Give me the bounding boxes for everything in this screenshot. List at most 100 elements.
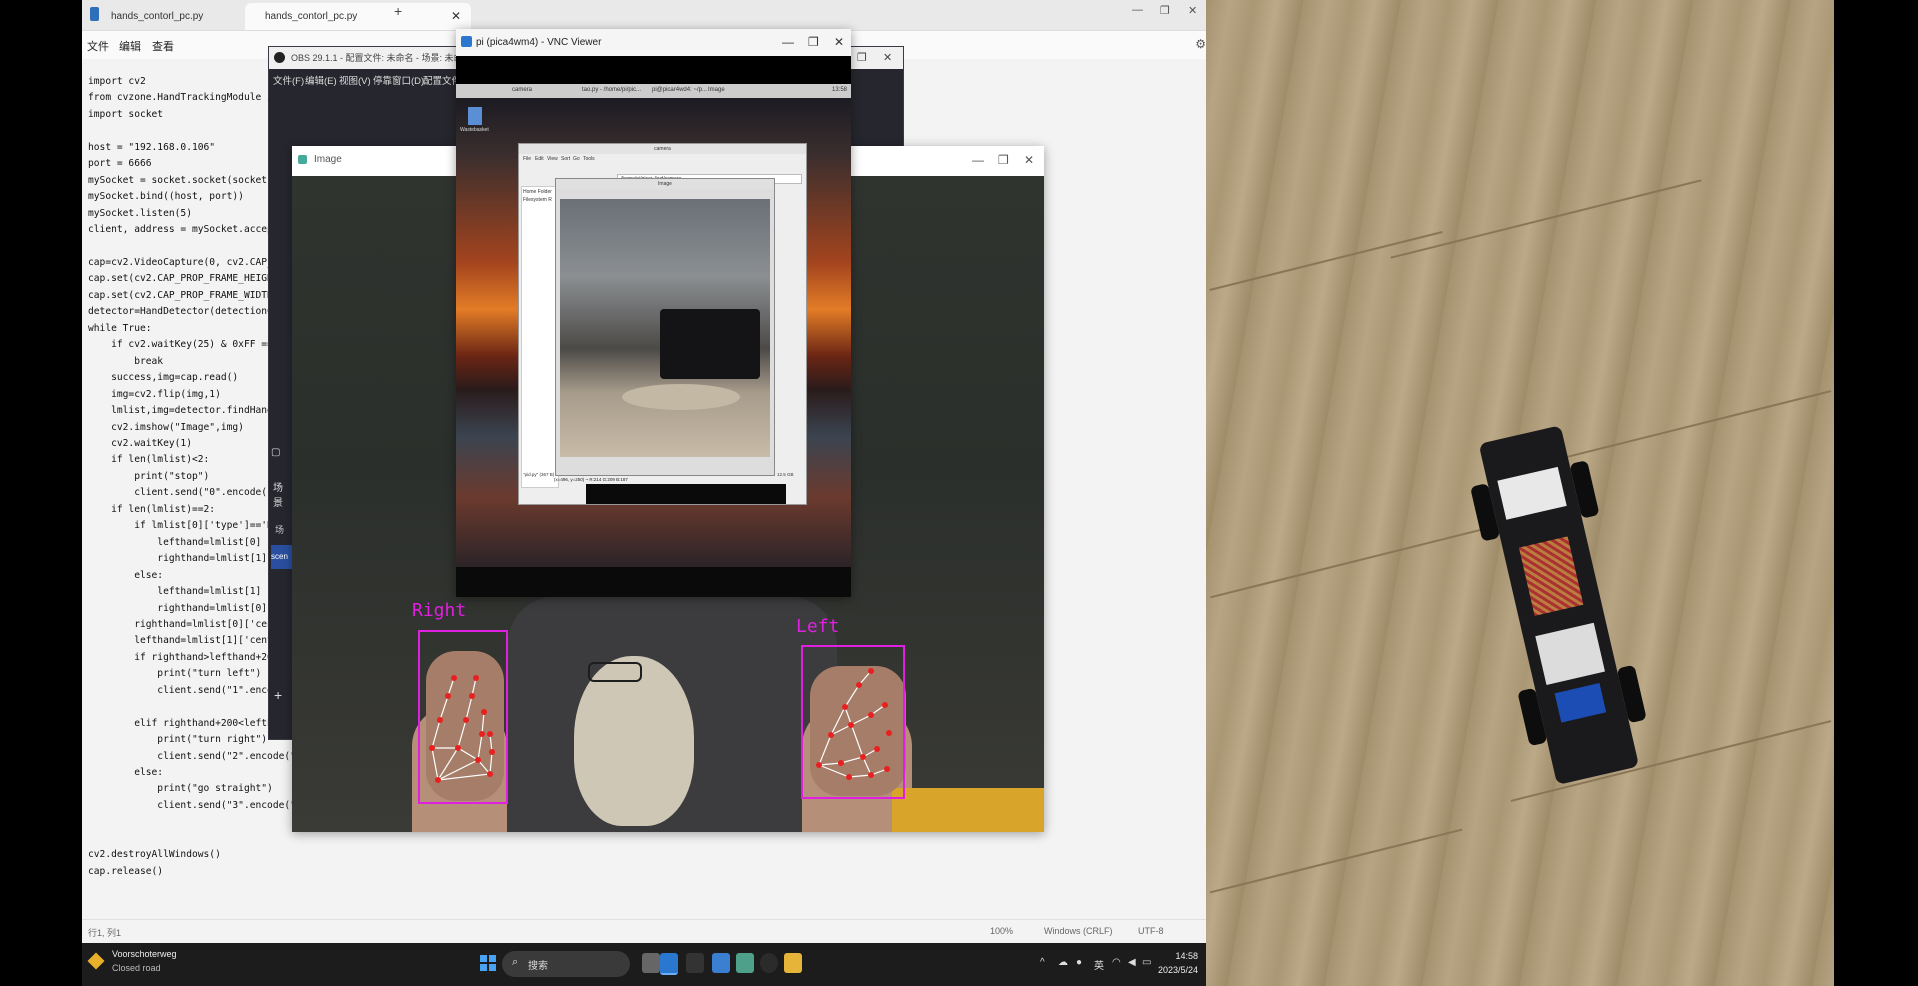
pi-task-editor[interactable]: tao.py - /home/pi/pic... xyxy=(582,87,641,93)
ime-indicator[interactable]: 英 xyxy=(1094,957,1104,972)
hand-label-left: Left xyxy=(796,616,840,637)
fm-status-left: "pid.py" (367 B) xyxy=(523,472,555,477)
vnc-taskbar-icon[interactable] xyxy=(660,953,678,975)
rug xyxy=(622,384,740,410)
fm-menu-item[interactable]: Tools xyxy=(583,156,595,162)
fm-status-right: 12.5 GB xyxy=(777,472,794,477)
close-icon[interactable]: ✕ xyxy=(834,29,844,56)
encoding: UTF-8 xyxy=(1138,926,1164,936)
maximize-icon[interactable]: ❐ xyxy=(1160,4,1170,17)
yellow-object xyxy=(892,788,1044,832)
search-icon: ⌕ xyxy=(512,956,519,968)
fm-menu-item[interactable]: Sort xyxy=(561,156,570,162)
windows-start-icon[interactable] xyxy=(480,955,496,971)
close-icon[interactable]: ✕ xyxy=(1024,146,1034,174)
trash-icon[interactable] xyxy=(468,107,482,125)
notepad-tabbar: hands_contorl_pc.py hands_contorl_pc.py … xyxy=(82,0,1206,31)
traffic-warning-icon xyxy=(87,952,105,970)
search-label: 搜索 xyxy=(528,961,548,972)
tree-home[interactable]: Home Folder xyxy=(522,187,558,197)
right-letterbox xyxy=(1834,0,1918,986)
tree-filesystem[interactable]: Filesystem R xyxy=(522,197,558,203)
image-viewer-title: Image xyxy=(556,179,774,189)
maximize-icon[interactable]: ❐ xyxy=(998,146,1009,174)
obs-menu-item[interactable]: 编辑(E) xyxy=(305,73,337,87)
add-scene-button[interactable]: + xyxy=(274,687,282,703)
cloud-icon[interactable]: ☁ xyxy=(1058,957,1068,968)
pi-task-terminal[interactable]: pi@picar4wd4: ~/p... xyxy=(652,87,707,93)
weather-line1: Voorschoterweg xyxy=(112,949,177,959)
microphone-icon[interactable]: ● xyxy=(1076,957,1082,968)
notepad-taskbar-icon[interactable] xyxy=(712,953,730,973)
glasses-print xyxy=(588,662,642,682)
floor-seam xyxy=(1209,828,1463,894)
minimize-icon[interactable]: — xyxy=(782,29,794,56)
vnc-bottom-bar xyxy=(456,567,851,597)
tray-chevron-icon[interactable]: ^ xyxy=(1040,957,1045,968)
folder-tree[interactable]: Home Folder Filesystem R xyxy=(521,186,559,488)
explorer-taskbar-icon[interactable] xyxy=(784,953,802,973)
volume-icon[interactable]: ◀ xyxy=(1128,957,1136,968)
floor-seam xyxy=(1209,230,1443,292)
tab-label: hands_contorl_pc.py xyxy=(265,11,358,22)
fm-menu-item[interactable]: Go xyxy=(573,156,580,162)
windows-taskbar: Voorschoterweg Closed road ⌕ 搜索 ^ ☁ ● 英 … xyxy=(82,943,1206,986)
obs-taskbar-icon[interactable] xyxy=(760,953,778,973)
file-manager-title: camera xyxy=(519,144,806,154)
notepad-statusbar: 行1, 列1 100% Windows (CRLF) UTF-8 xyxy=(82,919,1206,942)
image-viewer-window: Image xyxy=(555,178,775,476)
pixel-readout: (x=496, y=250) ~ R:214 G:209 B:187 xyxy=(554,477,628,482)
task-view-icon[interactable] xyxy=(642,953,660,973)
cursor-position: 行1, 列1 xyxy=(88,928,122,938)
fm-menu-item[interactable]: Edit xyxy=(535,156,544,162)
gear-icon[interactable]: ⚙ xyxy=(1195,37,1206,51)
fm-menu-item[interactable]: File xyxy=(523,156,531,162)
vnc-logo-icon xyxy=(461,36,472,47)
clock-time: 14:58 xyxy=(1175,951,1198,961)
fm-menu-item[interactable]: View xyxy=(547,156,558,162)
tab-inactive[interactable]: hands_contorl_pc.py xyxy=(91,3,244,30)
maximize-icon[interactable]: ❐ xyxy=(808,29,819,56)
maximize-icon[interactable]: ❐ xyxy=(857,47,867,69)
menu-file[interactable]: 文件 xyxy=(87,38,109,54)
tab-close-icon[interactable]: ✕ xyxy=(451,3,461,30)
hand-label-right: Right xyxy=(412,600,467,621)
minimize-icon[interactable]: — xyxy=(1132,4,1143,16)
tab-label: hands_contorl_pc.py xyxy=(111,11,204,22)
pi-task-camera[interactable]: camera xyxy=(512,87,532,93)
close-icon[interactable]: ✕ xyxy=(883,47,892,69)
scenes-label: 场景 xyxy=(273,483,283,509)
menu-view[interactable]: 查看 xyxy=(152,38,174,54)
weather-widget[interactable]: Voorschoterweg Closed road xyxy=(87,949,200,979)
pi-clock: 13:58 xyxy=(832,87,848,93)
left-letterbox xyxy=(0,0,82,986)
taskbar-search[interactable]: ⌕ 搜索 xyxy=(502,951,630,977)
pi-task-image[interactable]: Image xyxy=(708,87,725,93)
menu-edit[interactable]: 编辑 xyxy=(119,38,141,54)
new-tab-button[interactable]: + xyxy=(394,3,402,19)
obs-menu-item[interactable]: 停靠窗口(D) xyxy=(373,73,424,87)
obs-menu-item[interactable]: 视图(V) xyxy=(339,73,371,87)
image-app-icon xyxy=(298,155,307,164)
minimize-icon[interactable]: — xyxy=(972,146,984,174)
tab-active[interactable]: hands_contorl_pc.py ✕ xyxy=(245,3,471,30)
terminal-taskbar-icon[interactable] xyxy=(686,953,704,973)
battery-icon[interactable]: ▭ xyxy=(1142,957,1151,968)
floor-seam xyxy=(1210,523,1502,599)
obs-monitor-icon: ▢ xyxy=(271,447,281,458)
obs-title: OBS 29.1.1 - 配置文件: 未命名 - 场景: 未命名 xyxy=(291,53,472,63)
close-icon[interactable]: ✕ xyxy=(1188,4,1197,17)
file-manager-window: camera File Edit View Sort Go Tools /hom… xyxy=(518,143,807,505)
terminal-strip xyxy=(586,484,786,504)
code-line: cap.release() xyxy=(88,865,164,877)
obs-logo-icon xyxy=(274,52,285,63)
wifi-icon[interactable]: ◠ xyxy=(1112,957,1121,968)
hand-landmarks-left xyxy=(816,668,892,780)
python-taskbar-icon[interactable] xyxy=(736,953,754,973)
obs-menu-item[interactable]: 文件(F) xyxy=(273,73,304,87)
taskbar-clock[interactable]: 14:58 2023/5/24 xyxy=(1158,949,1198,977)
floor-seam xyxy=(1390,179,1702,259)
hand-landmarks-right xyxy=(429,675,495,783)
vnc-window: pi (pica4wm4) - VNC Viewer — ❐ ✕ camera … xyxy=(456,29,851,597)
